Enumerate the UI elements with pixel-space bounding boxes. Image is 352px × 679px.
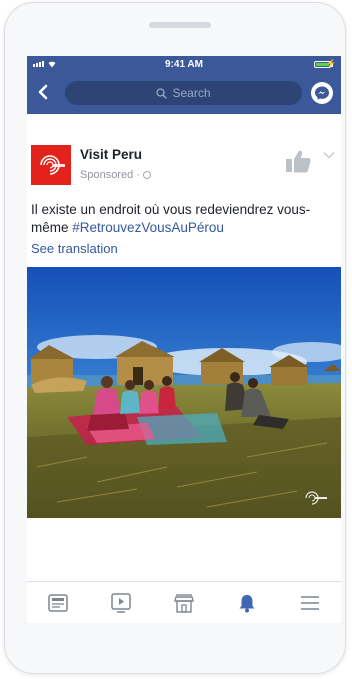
tab-marketplace[interactable] [172, 591, 196, 615]
chevron-down-icon[interactable] [323, 151, 335, 159]
bottom-tab-bar [27, 581, 341, 623]
separator-dot: · [136, 169, 140, 181]
news-feed-icon [48, 594, 69, 612]
globe-icon [142, 171, 151, 179]
sponsored-text: Sponsored [80, 169, 134, 181]
like-page-thumbs-up-icon[interactable] [284, 147, 312, 175]
hashtag-link[interactable]: #RetrouvezVousAuPérou [72, 220, 224, 235]
tab-notifications[interactable] [235, 591, 259, 615]
status-time: 9:41 AM [165, 59, 203, 70]
post-text: Il existe un endroit où vous redeviendre… [31, 201, 335, 237]
messenger-icon[interactable] [311, 82, 333, 104]
see-translation-link[interactable]: See translation [31, 241, 118, 256]
charging-icon: ⚡ [326, 59, 336, 68]
marketplace-icon [174, 594, 194, 613]
search-input[interactable]: Search [65, 81, 302, 105]
video-icon [111, 593, 131, 613]
back-chevron-icon[interactable] [36, 84, 50, 100]
visit-peru-logo[interactable] [31, 145, 71, 185]
page-name[interactable]: Visit Peru [80, 147, 142, 162]
search-placeholder: Search [172, 86, 211, 100]
search-icon [156, 87, 168, 99]
facebook-header: 9:41 AM ⚡ Search [27, 56, 341, 114]
post-image[interactable] [27, 267, 341, 518]
tab-menu[interactable] [298, 591, 322, 615]
tab-video[interactable] [109, 591, 133, 615]
menu-icon [300, 596, 319, 610]
phone-frame: 9:41 AM ⚡ Search Visit Peru Sponsored · … [4, 2, 346, 674]
phone-screen: 9:41 AM ⚡ Search Visit Peru Sponsored · … [27, 56, 341, 623]
notifications-bell-icon [239, 595, 255, 613]
tab-news-feed[interactable] [46, 591, 70, 615]
status-bar: 9:41 AM ⚡ [27, 56, 341, 74]
sponsored-label: Sponsored · [80, 169, 151, 181]
phone-speaker [149, 22, 211, 28]
